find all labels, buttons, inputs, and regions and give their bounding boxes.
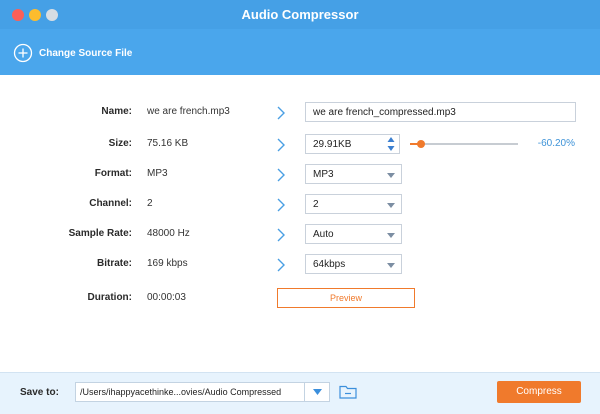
duration-label: Duration: xyxy=(87,292,132,303)
size-reduction-percent: -60.20% xyxy=(537,138,575,149)
chevron-down-icon xyxy=(387,233,395,238)
size-slider[interactable] xyxy=(410,140,518,148)
format-row: Format: MP3 MP3 xyxy=(0,164,600,186)
chevron-down-icon xyxy=(387,173,395,178)
chevron-down-icon xyxy=(387,203,395,208)
bitrate-select[interactable]: 64kbps xyxy=(305,254,402,274)
chevron-right-icon xyxy=(277,138,285,152)
original-format-value: MP3 xyxy=(147,168,168,179)
sample-rate-selected-value: Auto xyxy=(313,229,334,240)
channel-row: Channel: 2 2 xyxy=(0,194,600,216)
toolbar: Change Source File xyxy=(0,29,600,75)
chevron-right-icon xyxy=(277,198,285,212)
channel-label: Channel: xyxy=(89,198,132,209)
format-label: Format: xyxy=(94,168,132,179)
original-name-value: we are french.mp3 xyxy=(147,106,230,117)
channel-select[interactable]: 2 xyxy=(305,194,402,214)
preview-button[interactable]: Preview xyxy=(277,288,415,308)
add-circle-icon xyxy=(13,43,33,63)
folder-icon[interactable] xyxy=(339,384,357,399)
window-title: Audio Compressor xyxy=(241,7,359,22)
size-row: Size: 75.16 KB 29.91KB -60.20% xyxy=(0,134,600,156)
compress-button[interactable]: Compress xyxy=(497,381,581,403)
change-source-file-label: Change Source File xyxy=(39,47,133,59)
chevron-right-icon xyxy=(277,258,285,272)
format-select[interactable]: MP3 xyxy=(305,164,402,184)
bitrate-selected-value: 64kbps xyxy=(313,259,346,270)
size-stepper[interactable]: 29.91KB xyxy=(305,134,400,154)
output-name-field[interactable]: we are french_compressed.mp3 xyxy=(305,102,576,122)
size-label: Size: xyxy=(108,138,132,149)
original-sample-rate-value: 48000 Hz xyxy=(147,228,190,239)
change-source-file-button[interactable]: Change Source File xyxy=(13,42,132,64)
original-channel-value: 2 xyxy=(147,198,153,209)
save-path-dropdown-button[interactable] xyxy=(304,383,329,401)
bitrate-label: Bitrate: xyxy=(96,258,132,269)
chevron-right-icon xyxy=(277,168,285,182)
name-label: Name: xyxy=(101,106,132,117)
chevron-down-icon xyxy=(312,389,322,395)
duration-row: Duration: 00:00:03 Preview xyxy=(0,288,600,310)
footer-bar: Save to: /Users/ihappyacethinke...ovies/… xyxy=(0,372,600,414)
save-to-label: Save to: xyxy=(20,387,59,398)
format-selected-value: MP3 xyxy=(313,169,334,180)
size-slider-handle[interactable] xyxy=(416,140,425,148)
stepper-arrows-icon[interactable] xyxy=(387,136,395,152)
output-size-value: 29.91KB xyxy=(313,139,352,150)
bitrate-row: Bitrate: 169 kbps 64kbps xyxy=(0,254,600,276)
original-bitrate-value: 169 kbps xyxy=(147,258,188,269)
channel-selected-value: 2 xyxy=(313,199,319,210)
chevron-down-icon xyxy=(387,263,395,268)
name-row: Name: we are french.mp3 we are french_co… xyxy=(0,102,600,124)
save-path-value: /Users/ihappyacethinke...ovies/Audio Com… xyxy=(80,387,282,397)
duration-value: 00:00:03 xyxy=(147,292,186,303)
title-bar: Audio Compressor xyxy=(0,0,600,29)
chevron-right-icon xyxy=(277,106,285,120)
sample-rate-select[interactable]: Auto xyxy=(305,224,402,244)
sample-rate-label: Sample Rate: xyxy=(68,228,132,239)
output-name-value: we are french_compressed.mp3 xyxy=(313,107,456,118)
save-path-field[interactable]: /Users/ihappyacethinke...ovies/Audio Com… xyxy=(75,382,330,402)
sample-rate-row: Sample Rate: 48000 Hz Auto xyxy=(0,224,600,246)
original-size-value: 75.16 KB xyxy=(147,138,189,149)
chevron-right-icon xyxy=(277,228,285,242)
